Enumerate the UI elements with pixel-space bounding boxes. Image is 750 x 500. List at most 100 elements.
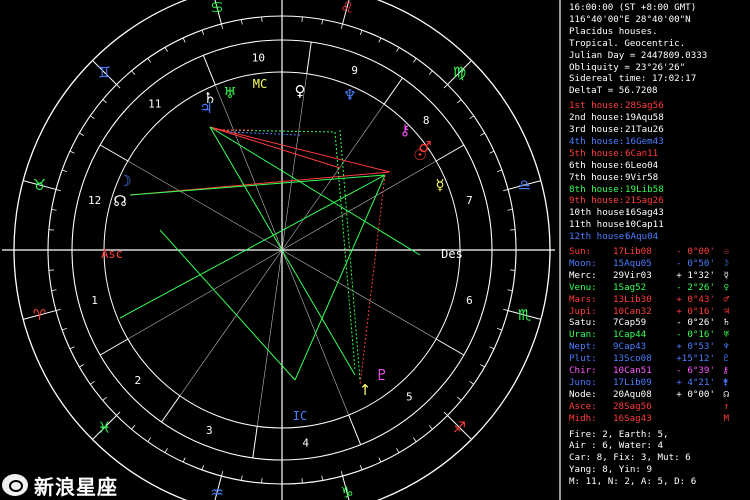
planet-glyph-icon: M	[723, 412, 729, 424]
planet-glyph-icon: ♇	[723, 353, 729, 365]
aspect-line	[129, 174, 386, 196]
planet-name: Jupi:	[569, 305, 597, 317]
house-cusp: 19Aqu58	[625, 112, 664, 124]
degree-tick	[61, 327, 67, 331]
degree-tick	[480, 132, 485, 136]
house-row: 8th house:19Lib58	[569, 184, 750, 195]
degree-tick	[182, 37, 186, 43]
planet-name: Nept:	[569, 341, 597, 353]
house-label: 4th house:	[569, 135, 625, 147]
house-label: 1st house:	[569, 100, 625, 112]
planet-row: Midh: 16Sag43 M	[569, 413, 750, 424]
ic-label: IC	[293, 409, 307, 423]
planet-latitude: + 1°32'	[676, 269, 715, 281]
house-label: 7th house:	[569, 171, 625, 183]
house-cusp: 9Vir58	[625, 171, 659, 183]
aspect-line	[359, 174, 386, 386]
house-cusp: 21Sag26	[625, 195, 664, 207]
chart-info-panel: 16:00:00 (ST +8:00 GMT) 116°40'00"E 28°40…	[561, 0, 750, 500]
footer-line: Car: 8, Fix: 3, Mut: 6	[569, 452, 691, 464]
planet-latitude: - 0°26'	[676, 317, 715, 329]
planet-name: Venu:	[569, 281, 597, 293]
planet-latitude: + 4°21'	[676, 376, 715, 388]
planet-position: 15Aqu05	[613, 257, 652, 269]
zodiac-sign-icon: ♌	[340, 0, 353, 17]
planet-glyph-icon: ☊	[723, 388, 729, 400]
degree-tick	[428, 425, 433, 430]
planet-latitude: - 6°39'	[676, 365, 715, 376]
degree-tick	[469, 115, 474, 119]
planet-row: Uran: 1Cap44 - 0°16' ♅	[569, 329, 750, 340]
planet-position: 9Cap43	[613, 341, 647, 353]
planet-position: 10Can32	[613, 305, 652, 317]
zodiac-sign-icon: ♈	[33, 306, 46, 324]
degree-tick	[164, 47, 168, 52]
planet-glyph-icon: ♆	[343, 86, 356, 104]
house-label: 3rd house:	[569, 124, 625, 135]
header-line: Placidus houses.	[569, 25, 658, 37]
house-number: 2	[135, 374, 142, 387]
planet-name: Satu:	[569, 317, 597, 329]
aspect-line	[159, 229, 296, 381]
degree-tick	[396, 47, 400, 52]
degree-tick	[51, 289, 57, 292]
house-row: 12th house:6Aqu04	[569, 231, 750, 242]
planet-glyph-icon: ♀	[723, 281, 729, 293]
planet-glyph-icon: ♀	[295, 82, 306, 100]
planet-glyph-icon: ♄	[723, 317, 729, 329]
zodiac-sign-icon: ♒	[210, 483, 223, 500]
degree-tick	[507, 289, 513, 292]
house-cusp-line	[281, 249, 437, 340]
degree-tick	[443, 84, 448, 89]
planet-position: 13Lib30	[613, 293, 652, 305]
aspect-line	[209, 126, 391, 173]
house-cusp: 21Tau26	[625, 124, 664, 135]
degree-tick	[102, 396, 107, 401]
planet-latitude: - 0°00'	[676, 246, 715, 257]
planet-name: Mars:	[569, 293, 597, 305]
house-cusp: 16Gem43	[625, 135, 664, 147]
house-label: 10th house:	[569, 207, 630, 219]
planet-position: 13Sco08	[613, 353, 652, 365]
planet-glyph-icon: ♃	[723, 305, 729, 317]
planet-name: Node:	[569, 388, 597, 400]
planet-latitude: + 0°00'	[676, 388, 715, 400]
zodiac-sign-icon: ♑	[340, 483, 353, 500]
planet-row: Juno: 17Lib09 + 4°21' ⚵	[569, 377, 750, 388]
degree-tick	[147, 437, 151, 442]
mc-label: MC	[253, 77, 267, 91]
planet-row: Nept: 9Cap43 + 0°53' ♆	[569, 341, 750, 352]
planet-latitude: - 0°16'	[676, 329, 715, 341]
degree-tick	[164, 448, 168, 453]
house-cusp-line	[256, 249, 283, 427]
house-number: 5	[406, 390, 413, 403]
planet-glyph-icon: ☿	[723, 269, 729, 281]
planet-row: Venu: 1Sag52 - 2°26' ♀	[569, 282, 750, 293]
degree-tick	[489, 346, 495, 350]
house-cusp-line	[179, 249, 283, 396]
degree-tick	[61, 169, 67, 173]
degree-tick	[131, 425, 136, 430]
house-row: 9th house:21Sag26	[569, 195, 750, 206]
house-cusp-tick	[306, 41, 312, 74]
degree-tick	[428, 70, 433, 75]
degree-tick	[201, 465, 205, 471]
planet-position: 1Cap44	[613, 329, 647, 341]
degree-tick	[497, 169, 503, 173]
degree-tick	[321, 475, 324, 481]
footer-line: Yang: 8, Yin: 9	[569, 464, 652, 476]
planet-row: Jupi: 10Can32 + 0°16' ♃	[569, 306, 750, 317]
house-cusp-tick	[99, 338, 129, 356]
zodiac-sign-icon: ♎	[518, 176, 531, 194]
degree-tick	[240, 475, 243, 481]
degree-tick	[413, 437, 417, 442]
degree-tick	[469, 381, 474, 385]
planet-row: Sun: 17Lib08 - 0°00' ☉	[569, 246, 750, 257]
house-number: 10	[252, 51, 265, 64]
degree-tick	[503, 189, 509, 192]
house-row: 1st house:28Sag56	[569, 100, 750, 111]
house-number: 11	[148, 98, 161, 111]
planet-position: 29Vir03	[613, 269, 652, 281]
planet-glyph-icon: ♂	[418, 138, 431, 156]
degree-tick	[221, 23, 224, 29]
